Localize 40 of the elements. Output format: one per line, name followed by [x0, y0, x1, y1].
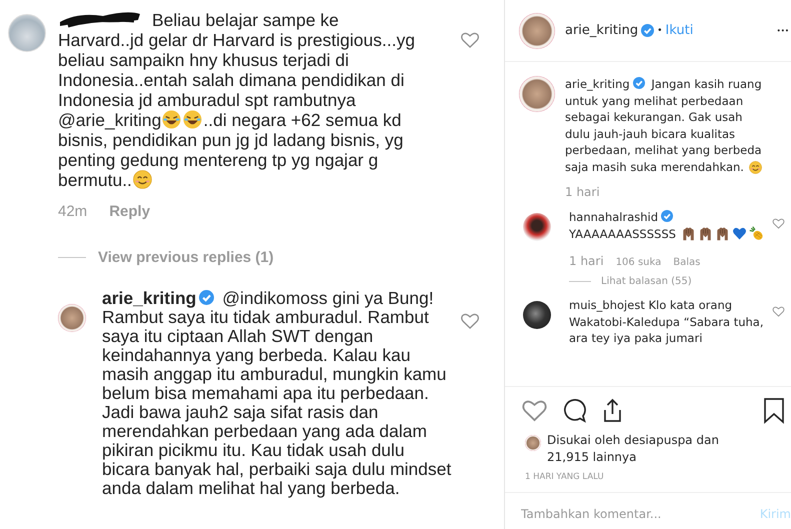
- liked-by-text: Disukai oleh desiapuspa dan 21,915 lainnya: [547, 432, 720, 466]
- avatar-circle: [525, 435, 541, 451]
- reply-text: arie_kriting @indikomoss gini ya Bung! Rambut saya itu tidak amburadul. Rambut saya itu ciptaan Allah SWT dengan keindahannya yang berbeda. Kalau kau masih anggap itu amburadul, mungkin kamu belum bisa memahami apa itu perbedaan. Jadi bawa jauh2 saja sifat rasis dan merendahkan perbedaan yang ada dalam pikiran picikmu itu. Kau tidak usah dulu bicara banyak hal, perbaiki saja dulu mindset anda dalam melihat hal yang berbeda.: [102, 289, 452, 498]
- pineapple-emoji-icon: [748, 226, 764, 240]
- laughing-emoji-icon: [162, 110, 182, 129]
- heart-emoji-icon: [732, 226, 747, 240]
- separator-dot: •: [657, 26, 662, 36]
- raised-hands-emoji-icon: [680, 226, 696, 240]
- like-heart-icon[interactable]: [772, 305, 785, 318]
- avatar-circle: [523, 213, 551, 241]
- smiling-emoji-icon: [132, 170, 152, 189]
- like-count: 106 suka: [616, 257, 662, 268]
- comment-text: Beliau belajar sampe ke Harvard..jd gelar dr Harvard is prestigious...yg beliau sampaikn hny khusus terjadi di Indonesia..entah salah dimana pendidikan di Indonesia jd amburadul spt rambutnya @arie_kriting ..di negara +62 semua kd bisnis, pendidikan pun jg jd ladang bisnis, yg penting gedung mentereng tp yg ngajar g bermutu..: [58, 8, 416, 190]
- comment-time: 1 hari: [569, 254, 604, 268]
- raised-hands-emoji-icon: [714, 226, 730, 240]
- like-heart-icon[interactable]: [460, 311, 480, 331]
- username-link[interactable]: arie_kriting: [565, 23, 638, 38]
- comment-time: 42m: [58, 203, 88, 220]
- avatar-circle: [8, 14, 46, 52]
- username-link[interactable]: hannahalrashid: [569, 210, 658, 224]
- smiling-emoji-icon: [748, 160, 762, 174]
- like-heart-icon[interactable]: [772, 217, 785, 230]
- username-link[interactable]: arie_kriting: [102, 288, 196, 308]
- username-link[interactable]: arie_kriting: [565, 77, 630, 91]
- mention-link[interactable]: @indikomoss: [217, 288, 328, 308]
- avatar-circle: [523, 301, 551, 329]
- bookmark-icon[interactable]: [763, 397, 785, 424]
- comment-text: hannahalrashid YAAAAAAASSSSSS: [569, 209, 769, 242]
- username-link[interactable]: muis_bhojest: [569, 298, 645, 312]
- caption-text: arie_kriting Jangan kasih ruang untuk yang melihat perbedaan sebagai kekurangan. Gak usah dulu jauh-jauh bicara kualitas perbedaan, melihat yang berbeda saja masih suka merendahkan.: [565, 76, 763, 175]
- avatar-circle: [519, 76, 555, 112]
- avatar-circle: [519, 12, 555, 48]
- post-date: 1 HARI YANG LALU: [505, 466, 791, 493]
- avatar-circle: [58, 304, 86, 332]
- raised-hands-emoji-icon: [698, 226, 713, 240]
- caption-time: 1 hari: [565, 185, 601, 199]
- comment-text: muis_bhojest Klo kata orang Wakatobi-Kaledupa “Sabara tuha, ara tey iya paka jumari: [569, 297, 764, 346]
- laughing-emoji-icon: [183, 110, 202, 129]
- mention-link[interactable]: @arie_kriting: [58, 110, 162, 130]
- like-heart-icon[interactable]: [460, 30, 480, 50]
